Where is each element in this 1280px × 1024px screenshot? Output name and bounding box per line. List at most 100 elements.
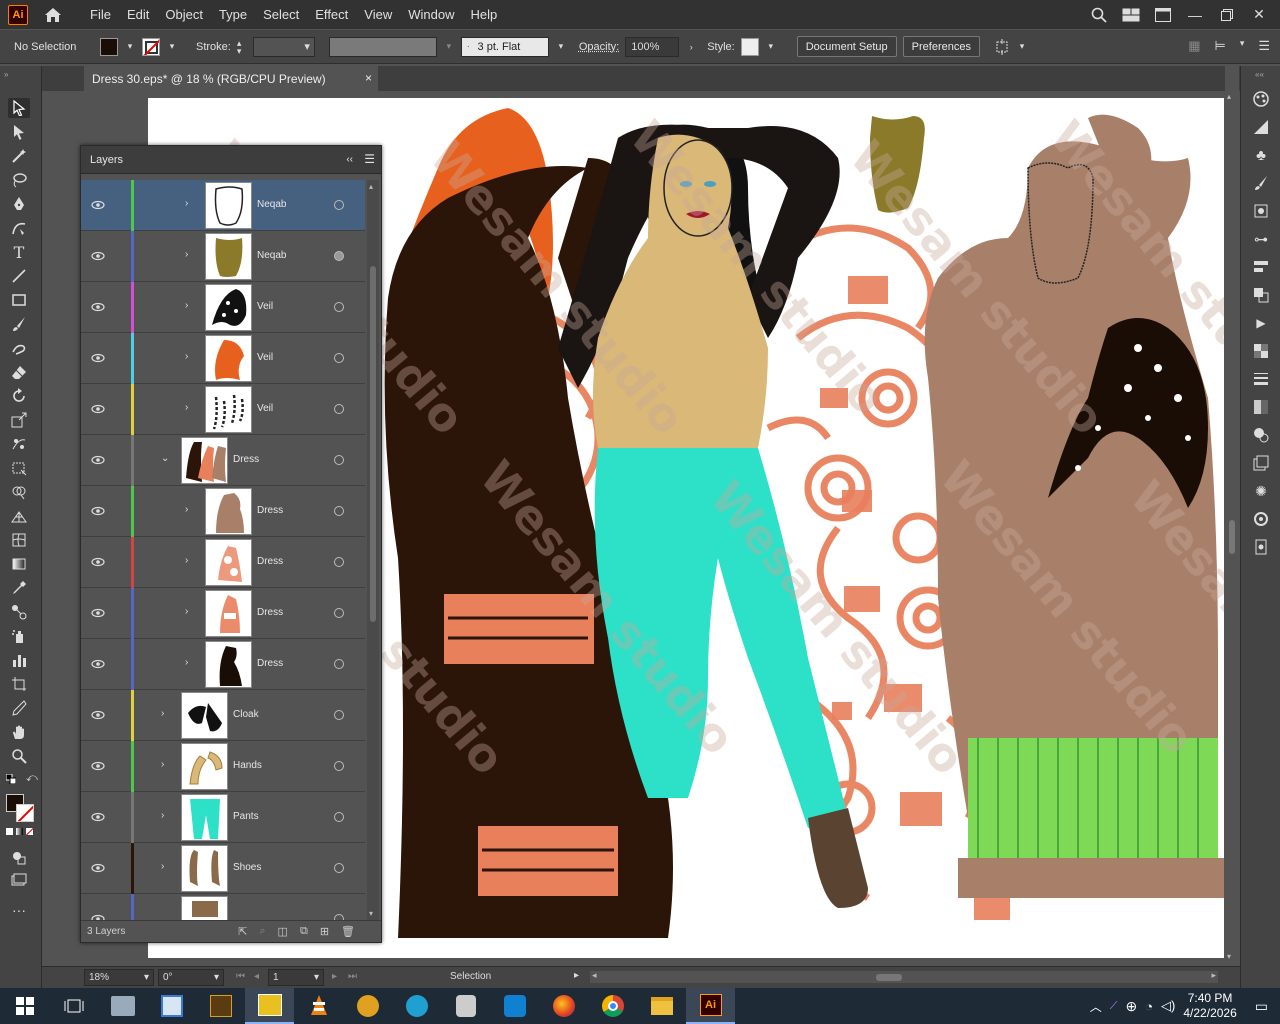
layer-row[interactable]: › Veil — [81, 282, 365, 333]
make-clipping-mask-icon[interactable]: ◫ — [278, 925, 288, 938]
chevron-down-icon[interactable]: ▾ — [166, 41, 178, 52]
slice-tool-icon[interactable] — [8, 698, 30, 718]
eye-icon[interactable] — [91, 810, 105, 824]
status-menu-icon[interactable]: ▸ — [574, 970, 579, 981]
eye-icon[interactable] — [91, 504, 105, 518]
align-options-icon[interactable]: ▦ — [1188, 38, 1200, 54]
layer-target-icon[interactable] — [334, 353, 344, 363]
chevron-right-icon[interactable]: › — [185, 351, 195, 365]
clock[interactable]: 7:40 PM 4/22/2026 — [1183, 991, 1236, 1021]
chevron-right-icon[interactable]: › — [161, 759, 171, 773]
shaper-tool-icon[interactable] — [8, 338, 30, 358]
previous-artboard-icon[interactable]: ◂ — [254, 971, 259, 982]
chevron-right-icon[interactable]: › — [685, 42, 697, 52]
layer-target-icon[interactable] — [334, 506, 344, 516]
eye-icon[interactable] — [91, 555, 105, 569]
layer-name[interactable]: Pants — [233, 811, 259, 822]
layer-name[interactable]: Neqab — [257, 199, 286, 210]
default-colors-icon[interactable] — [5, 773, 17, 785]
edit-toolbar-icon[interactable]: ··· — [8, 900, 30, 920]
layer-row[interactable]: › Pants — [81, 792, 365, 843]
zoom-tool-icon[interactable] — [8, 746, 30, 766]
menu-type[interactable]: Type — [211, 0, 255, 29]
align-panel-icon[interactable] — [1252, 258, 1270, 276]
artboard-number-field[interactable]: 1 ▾ — [268, 969, 324, 986]
eyedropper-tool-icon[interactable] — [8, 578, 30, 598]
chevron-right-icon[interactable]: › — [185, 198, 195, 212]
shape-builder-tool-icon[interactable] — [8, 482, 30, 502]
close-tab-icon[interactable]: × — [365, 71, 372, 85]
menu-select[interactable]: Select — [255, 0, 307, 29]
chevron-down-icon[interactable]: ▾ — [1016, 41, 1028, 52]
pathfinder-icon[interactable] — [1252, 286, 1270, 304]
menu-view[interactable]: View — [356, 0, 400, 29]
chevron-right-icon[interactable]: › — [185, 657, 195, 671]
layer-target-icon[interactable] — [334, 557, 344, 567]
volume-icon[interactable]: ◁) — [1161, 998, 1175, 1014]
wifi-icon[interactable]: ◔ — [1145, 999, 1153, 1014]
eye-icon[interactable] — [91, 300, 105, 314]
vlc-icon[interactable] — [294, 988, 343, 1024]
asset-export-icon[interactable] — [1252, 510, 1270, 528]
layer-target-icon[interactable] — [334, 302, 344, 312]
layer-target-icon[interactable] — [334, 659, 344, 669]
magic-wand-tool-icon[interactable] — [8, 146, 30, 166]
close-icon[interactable]: ✕ — [1250, 6, 1268, 24]
layer-row[interactable]: ⌄ Dress — [81, 435, 365, 486]
chevron-down-icon[interactable]: ▾ — [555, 41, 567, 52]
curvature-tool-icon[interactable] — [8, 218, 30, 238]
pen-icon[interactable]: ⟋ — [1110, 1000, 1118, 1013]
menu-effect[interactable]: Effect — [307, 0, 356, 29]
layer-name[interactable]: Hands — [233, 760, 262, 771]
free-transform-tool-icon[interactable] — [8, 458, 30, 478]
layer-name[interactable]: Neqab — [257, 250, 286, 261]
stroke-weight-field[interactable]: ▾ — [252, 36, 315, 57]
line-segment-tool-icon[interactable] — [8, 266, 30, 286]
snipping-app-icon[interactable] — [147, 988, 196, 1024]
rotation-field[interactable]: 0° ▾ — [158, 969, 224, 986]
opacity-label[interactable]: Opacity: — [579, 41, 619, 53]
layer-name[interactable]: Dress — [257, 658, 283, 669]
windows-start-icon[interactable] — [0, 988, 49, 1024]
layer-name[interactable]: Dress — [257, 607, 283, 618]
preferences-button[interactable]: Preferences — [902, 36, 980, 57]
search-icon[interactable] — [1090, 6, 1108, 24]
blend-tool-icon[interactable] — [8, 602, 30, 622]
brush-definition[interactable]: · 3 pt. Flat — [460, 36, 549, 57]
color-guide-icon[interactable] — [1252, 118, 1270, 136]
expand-panels-icon[interactable]: «« — [1255, 70, 1264, 79]
layer-name[interactable]: Dress — [257, 505, 283, 516]
chrome-icon[interactable] — [588, 988, 637, 1024]
layer-name[interactable]: Veil — [257, 352, 273, 363]
arrange-documents-icon[interactable] — [1154, 6, 1172, 24]
file-manager-app-icon[interactable] — [98, 988, 147, 1024]
eraser-tool-icon[interactable] — [8, 362, 30, 382]
layer-row[interactable]: › Neqab — [81, 180, 365, 231]
layer-row[interactable]: › Dress — [81, 639, 365, 690]
menu-help[interactable]: Help — [462, 0, 505, 29]
chevron-down-icon[interactable]: ▾ — [765, 41, 777, 52]
eye-icon[interactable] — [91, 708, 105, 722]
hand-tool-icon[interactable] — [8, 722, 30, 742]
layer-name[interactable]: Cloak — [233, 709, 259, 720]
layer-target-icon[interactable] — [334, 404, 344, 414]
menu-file[interactable]: File — [82, 0, 119, 29]
restore-icon[interactable] — [1218, 6, 1236, 24]
trash-icon[interactable]: 🗑 — [341, 925, 355, 938]
graphic-style-swatch[interactable] — [740, 37, 759, 56]
collapse-icon[interactable]: » — [4, 70, 8, 79]
symbols-icon[interactable] — [1252, 202, 1270, 220]
remote-app-icon[interactable] — [490, 988, 539, 1024]
swatches-icon[interactable]: ♣ — [1252, 146, 1270, 164]
chevron-right-icon[interactable]: › — [161, 861, 171, 875]
color-icon[interactable] — [1252, 90, 1270, 108]
eye-icon[interactable] — [91, 402, 105, 416]
layer-row[interactable]: › Neqab — [81, 231, 365, 282]
layer-row[interactable]: › Dress — [81, 588, 365, 639]
rotate-tool-icon[interactable] — [8, 386, 30, 406]
eye-icon[interactable] — [91, 453, 105, 467]
paintbrush-tool-icon[interactable] — [8, 314, 30, 334]
document-tab[interactable]: Dress 30.eps* @ 18 % (RGB/CPU Preview) × — [84, 66, 378, 91]
opacity-field[interactable]: 100% — [625, 36, 680, 57]
layer-target-icon[interactable] — [334, 863, 344, 873]
